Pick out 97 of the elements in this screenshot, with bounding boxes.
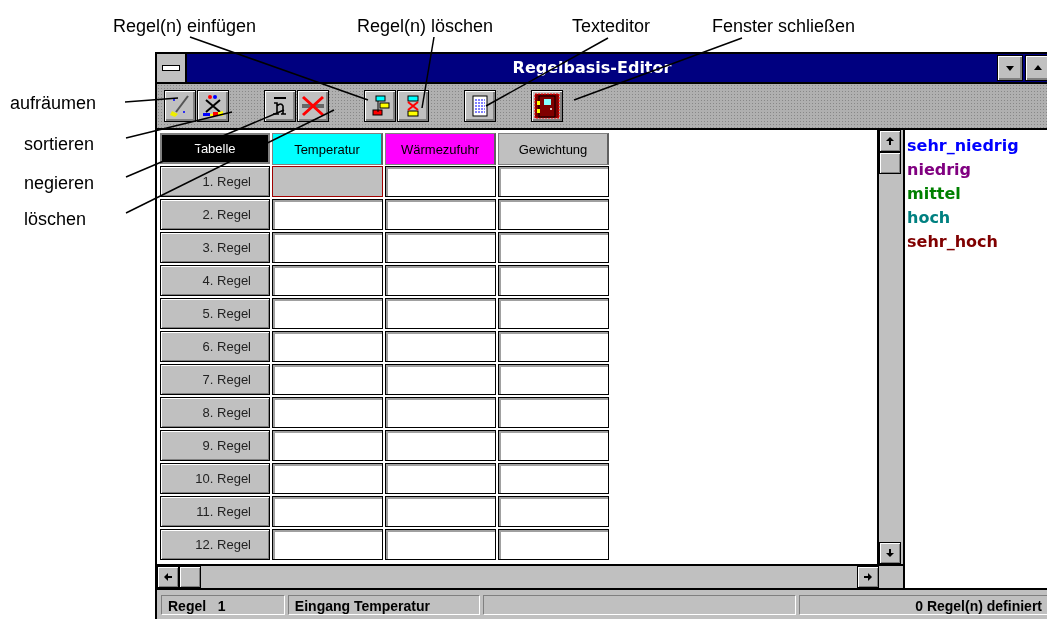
broom-icon bbox=[168, 94, 192, 118]
scroll-up-button[interactable] bbox=[879, 130, 901, 152]
row-header[interactable]: 9. Regel bbox=[160, 430, 270, 461]
close-window-button[interactable] bbox=[531, 90, 563, 122]
table-cell[interactable] bbox=[272, 298, 383, 329]
up-arrow-icon bbox=[885, 136, 895, 146]
table-cell[interactable] bbox=[385, 232, 496, 263]
row-header[interactable]: 3. Regel bbox=[160, 232, 270, 263]
row-header[interactable]: 7. Regel bbox=[160, 364, 270, 395]
column-header[interactable]: Temperatur bbox=[272, 133, 383, 165]
horizontal-scrollbar[interactable] bbox=[157, 564, 903, 588]
row-header[interactable]: 5. Regel bbox=[160, 298, 270, 329]
table-cell[interactable] bbox=[498, 265, 609, 296]
system-menu-button[interactable] bbox=[157, 54, 187, 82]
callout-label: Texteditor bbox=[572, 15, 651, 37]
table-cell[interactable] bbox=[385, 265, 496, 296]
table-cell[interactable] bbox=[385, 331, 496, 362]
table-cell[interactable] bbox=[385, 496, 496, 527]
term-item[interactable]: mittel bbox=[907, 182, 1047, 206]
table-cell[interactable] bbox=[272, 463, 383, 494]
term-item[interactable]: niedrig bbox=[907, 158, 1047, 182]
scroll-left-button[interactable] bbox=[157, 566, 179, 588]
text-editor-button[interactable] bbox=[464, 90, 496, 122]
table-cell[interactable] bbox=[272, 232, 383, 263]
table-cell[interactable] bbox=[498, 298, 609, 329]
table-cell[interactable] bbox=[385, 298, 496, 329]
insert-rule-button[interactable] bbox=[364, 90, 396, 122]
term-item[interactable]: hoch bbox=[907, 206, 1047, 230]
row-header[interactable]: 1. Regel bbox=[160, 166, 270, 197]
table-cell[interactable] bbox=[385, 529, 496, 560]
column-header[interactable]: Wärmezufuhr bbox=[385, 133, 496, 165]
callout-label: aufräumen bbox=[10, 92, 97, 114]
row-header[interactable]: 12. Regel bbox=[160, 529, 270, 560]
table-cell[interactable] bbox=[498, 397, 609, 428]
row-header[interactable]: 6. Regel bbox=[160, 331, 270, 362]
vertical-scrollbar[interactable] bbox=[877, 130, 903, 564]
row-header[interactable]: 8. Regel bbox=[160, 397, 270, 428]
table-cell[interactable] bbox=[498, 166, 609, 197]
right-arrow-icon bbox=[863, 572, 873, 582]
table-cell[interactable] bbox=[498, 364, 609, 395]
funnel-icon bbox=[201, 94, 225, 118]
row-header[interactable]: 10. Regel bbox=[160, 463, 270, 494]
delete-rule-button[interactable] bbox=[397, 90, 429, 122]
up-triangle-icon bbox=[1033, 63, 1043, 73]
door-icon bbox=[534, 93, 560, 119]
maximize-button[interactable] bbox=[1025, 55, 1047, 81]
down-arrow-icon bbox=[885, 548, 895, 558]
callout-label: sortieren bbox=[24, 133, 95, 155]
negate-button[interactable] bbox=[264, 90, 296, 122]
callout-label: Regel(n) löschen bbox=[357, 15, 494, 37]
scroll-right-button[interactable] bbox=[857, 566, 879, 588]
table-cell[interactable] bbox=[385, 463, 496, 494]
sort-button[interactable] bbox=[197, 90, 229, 122]
table-cell[interactable] bbox=[385, 199, 496, 230]
left-arrow-icon bbox=[163, 572, 173, 582]
status-count: 0 Regel(n) definiert bbox=[799, 595, 1047, 615]
scroll-thumb[interactable] bbox=[179, 566, 201, 588]
table-cell[interactable] bbox=[498, 331, 609, 362]
row-header[interactable]: 11. Regel bbox=[160, 496, 270, 527]
term-item[interactable]: sehr_niedrig bbox=[907, 134, 1047, 158]
table-cell[interactable] bbox=[272, 430, 383, 461]
table-cell[interactable] bbox=[498, 529, 609, 560]
callout-label: löschen bbox=[24, 208, 87, 230]
table-cell[interactable] bbox=[498, 199, 609, 230]
table-cell[interactable] bbox=[272, 364, 383, 395]
table-corner-header: Tabelle bbox=[160, 133, 270, 164]
table-cell[interactable] bbox=[272, 199, 383, 230]
row-header[interactable]: 2. Regel bbox=[160, 199, 270, 230]
table-cell[interactable] bbox=[272, 331, 383, 362]
callout-label: negieren bbox=[24, 172, 95, 194]
minimize-button[interactable] bbox=[997, 55, 1023, 81]
table-cell[interactable] bbox=[272, 166, 383, 197]
table-cell[interactable] bbox=[498, 430, 609, 461]
row-header[interactable]: 4. Regel bbox=[160, 265, 270, 296]
table-cell[interactable] bbox=[498, 496, 609, 527]
down-triangle-icon bbox=[1005, 63, 1015, 73]
cross-icon bbox=[300, 94, 326, 118]
dash-icon bbox=[162, 65, 180, 71]
table-cell[interactable] bbox=[498, 232, 609, 263]
scroll-thumb[interactable] bbox=[879, 152, 901, 174]
table-cell[interactable] bbox=[272, 496, 383, 527]
term-item[interactable]: sehr_hoch bbox=[907, 230, 1047, 254]
callout-label: Fenster schließen bbox=[712, 15, 856, 37]
delete-button[interactable] bbox=[297, 90, 329, 122]
table-cell[interactable] bbox=[385, 397, 496, 428]
table-cell[interactable] bbox=[272, 397, 383, 428]
clean-up-button[interactable] bbox=[164, 90, 196, 122]
table-cell[interactable] bbox=[272, 529, 383, 560]
table-cell[interactable] bbox=[385, 430, 496, 461]
table-cell[interactable] bbox=[385, 364, 496, 395]
column-header[interactable]: Gewichtung bbox=[498, 133, 609, 165]
table-cell[interactable] bbox=[272, 265, 383, 296]
table-cell[interactable] bbox=[385, 166, 496, 197]
table-cell[interactable] bbox=[498, 463, 609, 494]
window-title: Regelbasis-Editor bbox=[511, 57, 673, 79]
scroll-down-button[interactable] bbox=[879, 542, 901, 564]
callout-label: Regel(n) einfügen bbox=[113, 15, 257, 37]
